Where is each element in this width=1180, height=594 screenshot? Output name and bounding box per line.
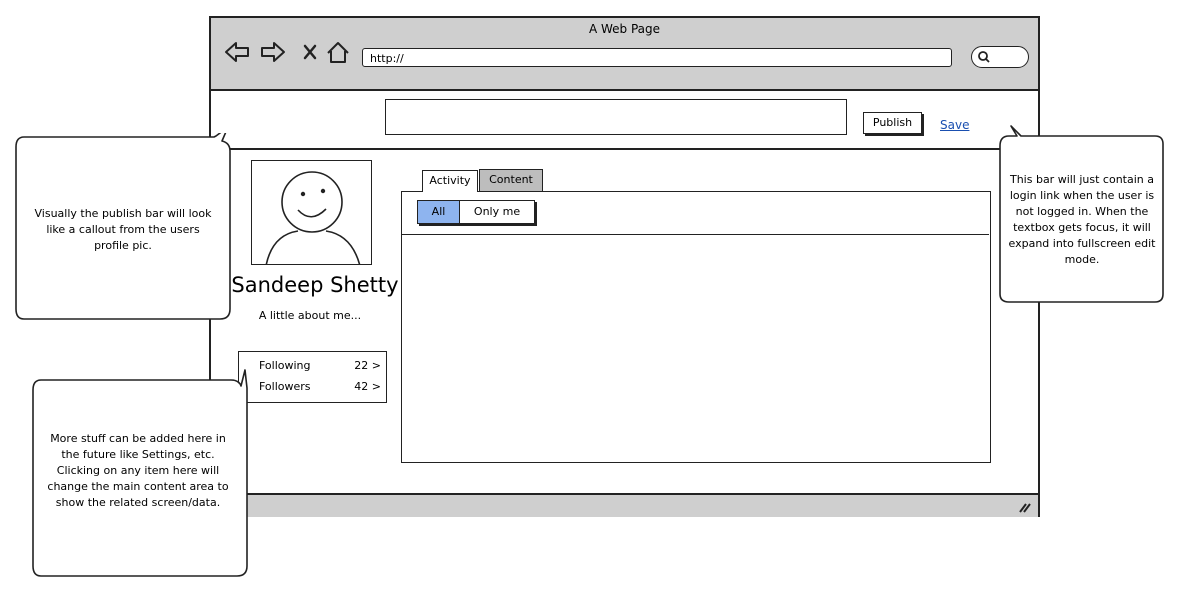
filter-all-button[interactable]: All — [418, 201, 460, 223]
profile-about: A little about me... — [258, 309, 362, 322]
following-label: Following — [259, 359, 311, 372]
resize-grip-icon[interactable] — [1017, 501, 1031, 513]
followers-count: 42 > — [354, 380, 381, 393]
publish-textbox[interactable] — [385, 99, 847, 135]
following-count: 22 > — [354, 359, 381, 372]
stop-icon[interactable] — [297, 38, 325, 66]
forward-icon[interactable] — [259, 38, 287, 66]
search-box[interactable] — [971, 46, 1029, 68]
profile-name: Sandeep Shetty — [231, 273, 399, 297]
publish-button[interactable]: Publish — [863, 112, 922, 134]
callout-left-top-text: Visually the publish bar will look like … — [34, 207, 212, 252]
publish-bar: Publish Save — [211, 91, 1038, 150]
tab-activity[interactable]: Activity — [422, 170, 478, 192]
avatar — [251, 160, 372, 265]
browser-window: A Web Page http:// Publish Save Sandeep … — [209, 16, 1040, 517]
smiley-avatar-icon — [265, 171, 361, 264]
callout-right-text: This bar will just contain a login link … — [1008, 173, 1156, 266]
filter-only-me-button[interactable]: Only me — [460, 201, 534, 223]
followers-row[interactable]: Followers 42 > — [259, 380, 381, 393]
search-icon — [978, 51, 990, 63]
content-divider — [402, 234, 989, 235]
tab-content[interactable]: Content — [479, 169, 543, 191]
followers-label: Followers — [259, 380, 311, 393]
save-link[interactable]: Save — [940, 118, 969, 132]
callout-left-bottom-text: More stuff can be added here in the futu… — [47, 432, 229, 509]
home-icon[interactable] — [324, 38, 352, 66]
window-title: A Web Page — [588, 22, 661, 36]
filter-toggle: All Only me — [417, 200, 535, 224]
main-content-area: All Only me — [401, 191, 991, 463]
url-field[interactable]: http:// — [362, 48, 952, 67]
back-icon[interactable] — [223, 38, 251, 66]
following-row[interactable]: Following 22 > — [259, 359, 381, 372]
browser-toolbar: A Web Page http:// — [211, 18, 1038, 91]
status-bar — [211, 493, 1038, 517]
follow-stats-box: Following 22 > Followers 42 > — [238, 351, 387, 403]
